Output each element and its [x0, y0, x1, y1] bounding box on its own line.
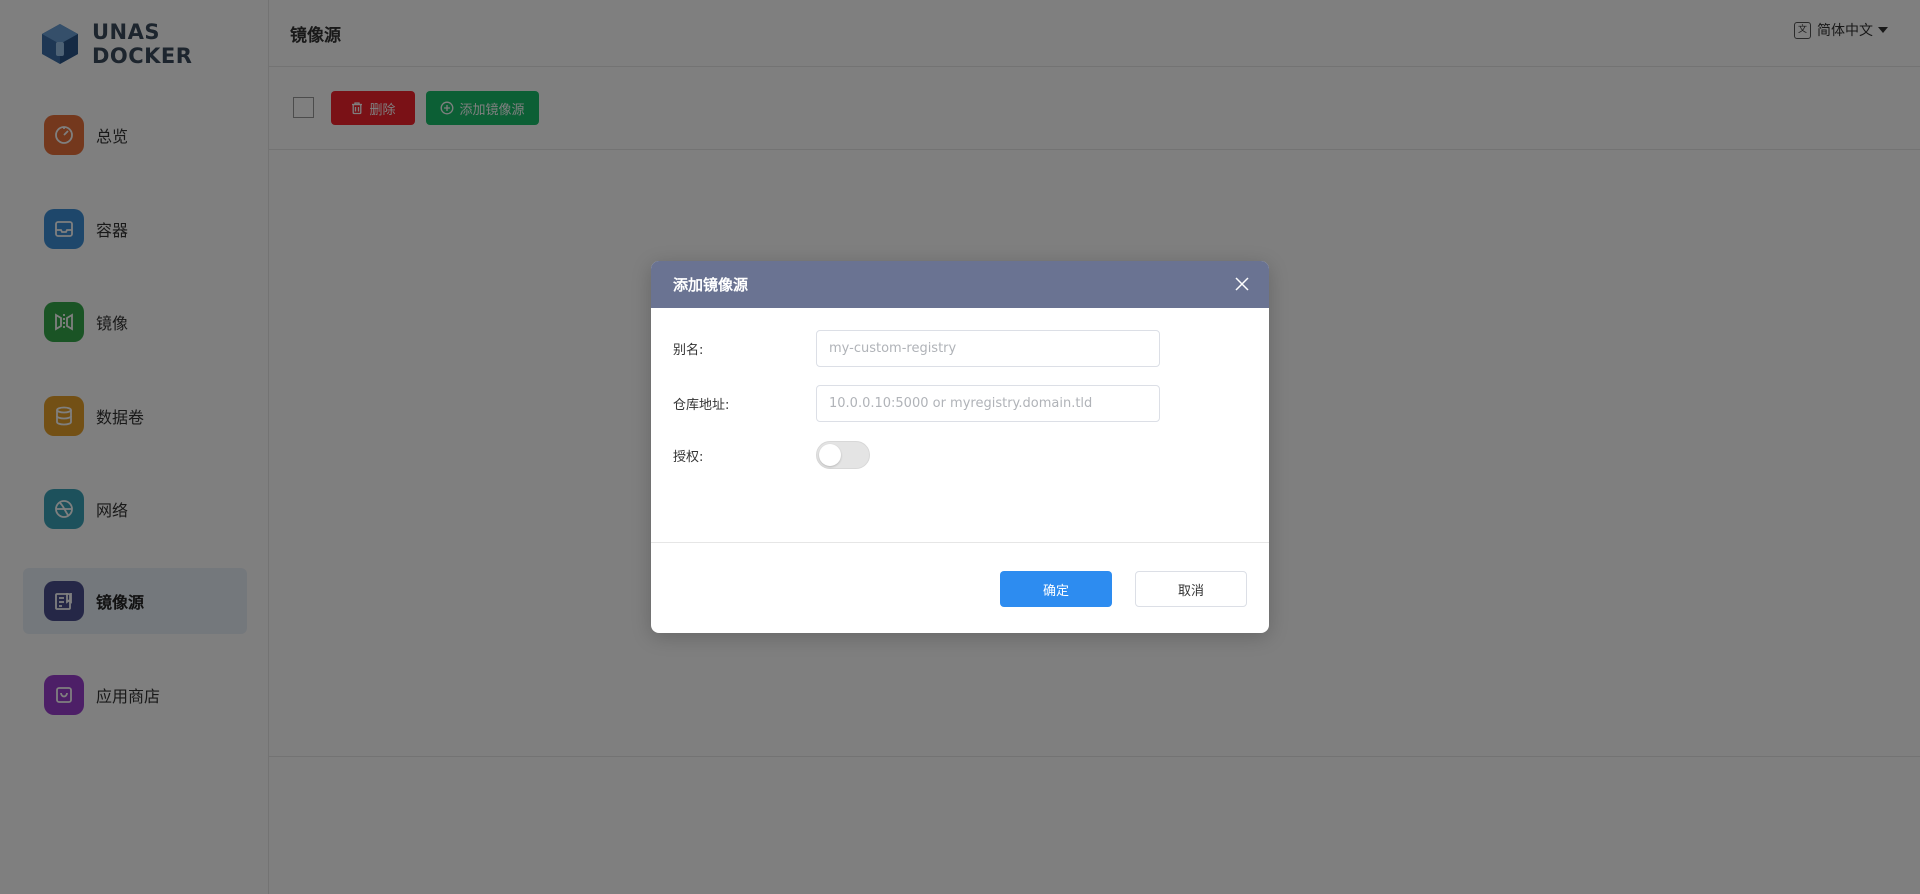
- registry-url-label: 仓库地址:: [673, 398, 730, 413]
- confirm-button[interactable]: 确定: [1000, 571, 1112, 607]
- close-icon[interactable]: [1235, 277, 1249, 291]
- registry-url-input[interactable]: [816, 385, 1160, 422]
- dialog-title: 添加镜像源: [673, 276, 749, 294]
- alias-input[interactable]: [816, 330, 1160, 367]
- cancel-button[interactable]: 取消: [1135, 571, 1247, 607]
- alias-row: 别名:: [673, 330, 1160, 367]
- auth-row: 授权:: [673, 441, 870, 469]
- auth-label: 授权:: [673, 449, 704, 465]
- dialog-footer-divider: [651, 542, 1269, 543]
- auth-toggle[interactable]: [816, 441, 870, 469]
- registry-url-row: 仓库地址:: [673, 385, 1160, 422]
- add-registry-dialog: 添加镜像源 别名: 仓库地址: 授权: 确定 取消: [651, 261, 1269, 633]
- dialog-header: 添加镜像源: [651, 261, 1269, 308]
- alias-label: 别名:: [673, 343, 704, 358]
- toggle-knob: [819, 444, 841, 466]
